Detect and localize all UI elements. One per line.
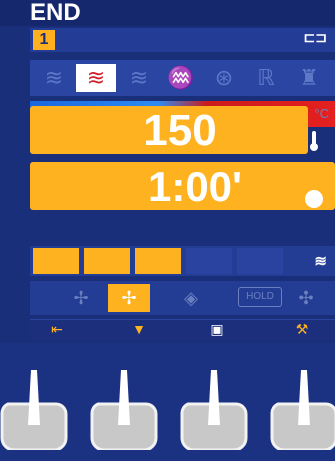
mode-fan-steam-icon[interactable]: ⊛ <box>204 64 244 92</box>
save-icon[interactable]: ▣ <box>202 320 232 338</box>
temperature-value: 150 <box>143 106 217 155</box>
knob-icon[interactable] <box>90 370 158 450</box>
steam-icon: ≋ <box>314 253 327 270</box>
back-icon[interactable]: ⇤ <box>42 320 72 338</box>
program-number[interactable]: 1 <box>33 30 55 50</box>
steam-segment[interactable] <box>33 248 79 274</box>
thermometer-icon <box>310 131 318 151</box>
fan-speed-3-button[interactable]: ◈ <box>170 284 212 312</box>
mode-steam-icon[interactable]: ≋ <box>119 64 159 92</box>
mode-combi-icon[interactable]: ≋ <box>76 64 116 92</box>
mode-regen-icon[interactable]: ℝ <box>246 64 286 92</box>
program-row <box>30 28 335 52</box>
steam-segment[interactable] <box>237 248 283 274</box>
mode-hot-air-steam-icon[interactable]: ♒ <box>161 64 201 92</box>
loop-icon[interactable]: ⊏⊐ <box>304 29 327 46</box>
page-title: END <box>0 0 335 26</box>
clock-icon <box>305 190 323 208</box>
tools-icon[interactable]: ⚒ <box>287 320 317 338</box>
knob-icon[interactable] <box>270 370 335 450</box>
temperature-unit: °C <box>314 106 329 121</box>
mode-chef-icon[interactable]: ♜ <box>289 64 329 92</box>
time-value: 1:00' <box>147 163 243 210</box>
fan-speed-2-button[interactable]: ✢ <box>108 284 150 312</box>
steam-segment[interactable] <box>84 248 130 274</box>
fan-speed-1-button[interactable]: ✢ <box>60 284 102 312</box>
arrow-down-icon[interactable]: ▼ <box>124 320 154 338</box>
cooldown-icon[interactable]: ✣ <box>285 284 327 312</box>
steam-segment[interactable] <box>135 248 181 274</box>
knob-icon[interactable] <box>0 370 68 450</box>
hold-button[interactable]: HOLD <box>238 287 282 307</box>
knob-icon[interactable] <box>180 370 248 450</box>
mode-convection-icon[interactable]: ≋ <box>34 64 74 92</box>
steam-segment[interactable] <box>186 248 232 274</box>
